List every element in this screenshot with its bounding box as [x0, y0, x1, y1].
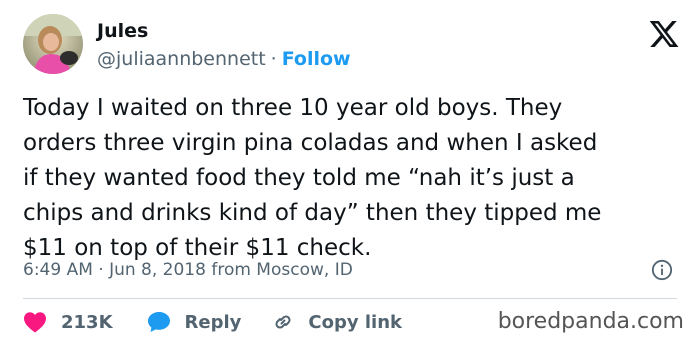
action-bar: 213K Reply Copy link [23, 308, 402, 336]
author-display-name[interactable]: Jules [97, 19, 148, 43]
x-logo-icon[interactable] [648, 18, 680, 50]
copy-link-label: Copy link [308, 311, 402, 333]
watermark: boredpanda.com [497, 309, 684, 334]
tweet-timestamp-location[interactable]: 6:49 AM · Jun 8, 2018 from Moscow, ID [23, 258, 353, 282]
follow-button[interactable]: Follow [282, 48, 351, 70]
tweet-text: Today I waited on three 10 year old boys… [23, 95, 602, 261]
tweet-card: Jules @juliaannbennett · Follow Today I wa… [0, 0, 700, 348]
heart-icon [23, 311, 47, 333]
avatar[interactable] [23, 14, 83, 74]
divider [23, 298, 677, 299]
separator-dot: · [270, 48, 277, 70]
like-button[interactable]: 213K [23, 311, 113, 333]
link-chain-icon [271, 310, 295, 334]
author-handle-row: @juliaannbennett · Follow [97, 47, 351, 71]
reply-label: Reply [184, 311, 242, 333]
reply-button[interactable]: Reply [147, 311, 242, 333]
copy-link-button[interactable]: Copy link [271, 310, 402, 334]
like-count: 213K [61, 311, 113, 333]
info-icon[interactable] [651, 259, 673, 281]
speech-bubble-icon [147, 311, 171, 333]
author-handle[interactable]: @juliaannbennett [97, 48, 266, 70]
